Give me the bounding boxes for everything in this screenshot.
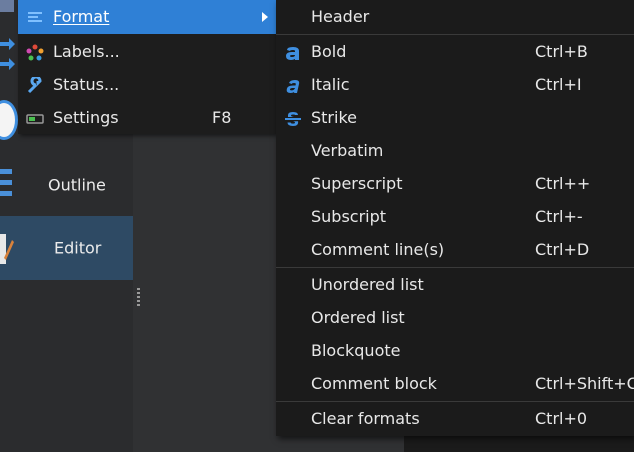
menu-item-superscript[interactable]: Superscript Ctrl++ xyxy=(276,168,634,201)
wrench-icon xyxy=(27,77,42,94)
shortcut-label: Ctrl+B xyxy=(535,42,588,61)
sidebar-item-editor[interactable]: Editor xyxy=(0,216,133,280)
menu-separator xyxy=(276,34,634,35)
format-submenu: Header Bold Ctrl+B Italic Ctrl+I Strike … xyxy=(276,0,634,436)
labels-icon xyxy=(26,44,44,61)
menu-item-italic[interactable]: Italic Ctrl+I xyxy=(276,69,634,102)
menu-item-format[interactable]: Format xyxy=(18,0,276,34)
menu-item-bold[interactable]: Bold Ctrl+B xyxy=(276,36,634,69)
menu-item-blockquote[interactable]: Blockquote xyxy=(276,335,634,368)
sidebar-item-label: Outline xyxy=(48,175,106,195)
menu-separator xyxy=(276,401,634,402)
menu-item-label: Blockquote xyxy=(311,341,401,360)
italic-icon xyxy=(286,80,300,93)
menu-item-header[interactable]: Header xyxy=(276,1,634,34)
menu-item-comment-lines[interactable]: Comment line(s) Ctrl+D xyxy=(276,234,634,267)
menu-item-ordered-list[interactable]: Ordered list xyxy=(276,302,634,335)
shortcut-label: F8 xyxy=(212,108,232,127)
menu-item-label: Status... xyxy=(53,75,120,94)
menu-item-settings[interactable]: Settings F8 xyxy=(18,102,276,135)
format-icon xyxy=(28,12,42,22)
menu-item-label: Bold xyxy=(311,42,347,61)
menu-item-label: Comment line(s) xyxy=(311,240,445,259)
menu-item-label: Superscript xyxy=(311,174,403,193)
shortcut-label: Ctrl+0 xyxy=(535,409,588,428)
menu-item-subscript[interactable]: Subscript Ctrl+- xyxy=(276,201,634,234)
menu-item-label: Labels... xyxy=(53,42,120,61)
menu-item-verbatim[interactable]: Verbatim xyxy=(276,135,634,168)
editor-icon xyxy=(0,234,14,264)
shortcut-label: Ctrl+Shift+C xyxy=(535,374,634,393)
menu-item-label: Format xyxy=(53,7,110,26)
sidebar-item-label: Editor xyxy=(54,238,102,258)
shortcut-label: Ctrl+- xyxy=(535,207,583,226)
menu-item-label: Italic xyxy=(311,75,350,94)
sidebar-item-outline[interactable]: Outline xyxy=(0,153,133,217)
arrows-icon xyxy=(0,38,15,70)
menu-item-strike[interactable]: Strike xyxy=(276,102,634,135)
menu-item-label: Ordered list xyxy=(311,308,405,327)
menu-item-labels[interactable]: Labels... xyxy=(18,36,276,69)
menu-item-label: Comment block xyxy=(311,374,437,393)
strike-icon xyxy=(285,112,301,126)
menu-item-label: Strike xyxy=(311,108,357,127)
menu-item-label: Unordered list xyxy=(311,275,424,294)
menu-item-label: Clear formats xyxy=(311,409,420,428)
settings-icon xyxy=(26,114,44,124)
menu-item-comment-block[interactable]: Comment block Ctrl+Shift+C xyxy=(276,368,634,401)
menu-item-label: Header xyxy=(311,7,370,26)
menu-item-label: Settings xyxy=(53,108,119,127)
menu-item-status[interactable]: Status... xyxy=(18,69,276,102)
app-icon xyxy=(0,0,14,12)
splitter-handle[interactable] xyxy=(137,288,140,306)
menu-item-label: Subscript xyxy=(311,207,387,226)
menu-item-label: Verbatim xyxy=(311,141,384,160)
submenu-arrow-icon xyxy=(262,12,268,22)
main-menu: Format Labels... Status... Settings F8 xyxy=(18,0,276,134)
menu-item-clear-formats[interactable]: Clear formats Ctrl+0 xyxy=(276,403,634,436)
shortcut-label: Ctrl+D xyxy=(535,240,590,259)
shortcut-label: Ctrl+I xyxy=(535,75,582,94)
globe-icon xyxy=(0,100,18,140)
shortcut-label: Ctrl++ xyxy=(535,174,591,193)
menu-separator xyxy=(276,267,634,268)
menu-item-unordered-list[interactable]: Unordered list xyxy=(276,269,634,302)
bold-icon xyxy=(286,47,299,60)
outline-icon xyxy=(0,169,14,203)
